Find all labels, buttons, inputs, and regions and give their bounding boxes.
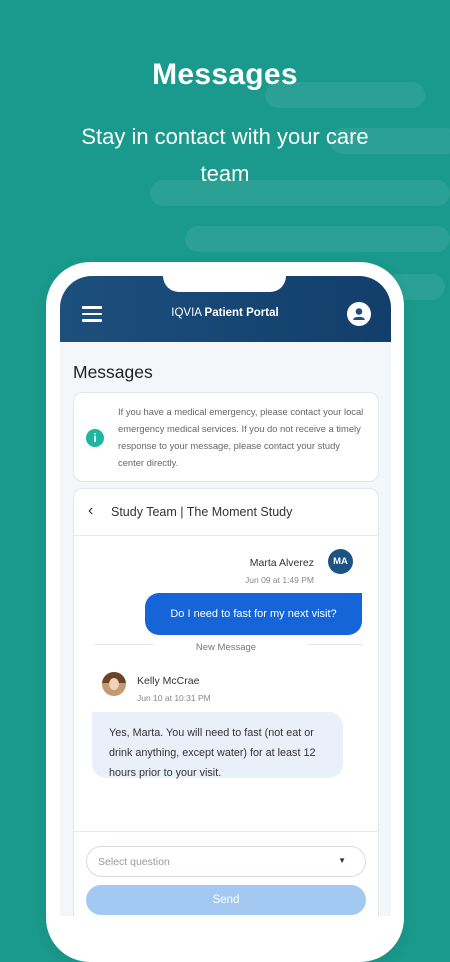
sender-avatar: MA xyxy=(328,549,353,574)
hamburger-menu-icon[interactable] xyxy=(82,306,102,322)
send-button[interactable]: Send xyxy=(86,885,366,915)
app-title: IQVIA Patient Portal xyxy=(120,307,330,319)
portal-name: Patient Portal xyxy=(204,307,279,319)
compose-divider xyxy=(74,831,378,832)
page-title: Messages xyxy=(73,362,153,382)
hero-subtitle: Stay in contact with your care team xyxy=(81,124,369,186)
app-header: IQVIA Patient Portal xyxy=(60,276,391,342)
received-sender-name: Kelly McCrae xyxy=(137,675,200,687)
background-streak xyxy=(185,226,450,252)
caret-down-icon: ▼ xyxy=(338,856,346,865)
app-screen: IQVIA Patient Portal Messages i If you h… xyxy=(60,276,391,916)
received-timestamp: Jun 10 at 10:31 PM xyxy=(137,693,211,703)
sent-sender-name: Marta Alverez xyxy=(249,557,314,569)
user-profile-icon[interactable] xyxy=(347,302,371,326)
message-thread: ‹ Study Team | The Moment Study Marta Al… xyxy=(73,488,379,916)
received-message-bubble: Yes, Marta. You will need to fast (not e… xyxy=(92,712,343,779)
phone-notch xyxy=(163,276,286,292)
hero-title: Messages xyxy=(152,58,298,91)
avatar xyxy=(102,672,126,696)
divider-right xyxy=(308,644,363,645)
chevron-left-icon[interactable]: ‹ xyxy=(88,503,93,519)
select-question-dropdown[interactable]: Select question ▼ xyxy=(86,846,366,877)
select-placeholder: Select question xyxy=(98,856,170,868)
emergency-notice: i If you have a medical emergency, pleas… xyxy=(73,392,379,482)
sent-message-bubble: Do I need to fast for my next visit? xyxy=(145,593,362,635)
notice-text: If you have a medical emergency, please … xyxy=(118,406,364,468)
brand-name: IQVIA xyxy=(171,307,202,319)
thread-title: Study Team | The Moment Study xyxy=(111,505,293,519)
info-icon: i xyxy=(86,429,104,447)
thread-header: ‹ Study Team | The Moment Study xyxy=(74,489,378,536)
sent-timestamp: Jun 09 at 1:49 PM xyxy=(245,575,314,585)
